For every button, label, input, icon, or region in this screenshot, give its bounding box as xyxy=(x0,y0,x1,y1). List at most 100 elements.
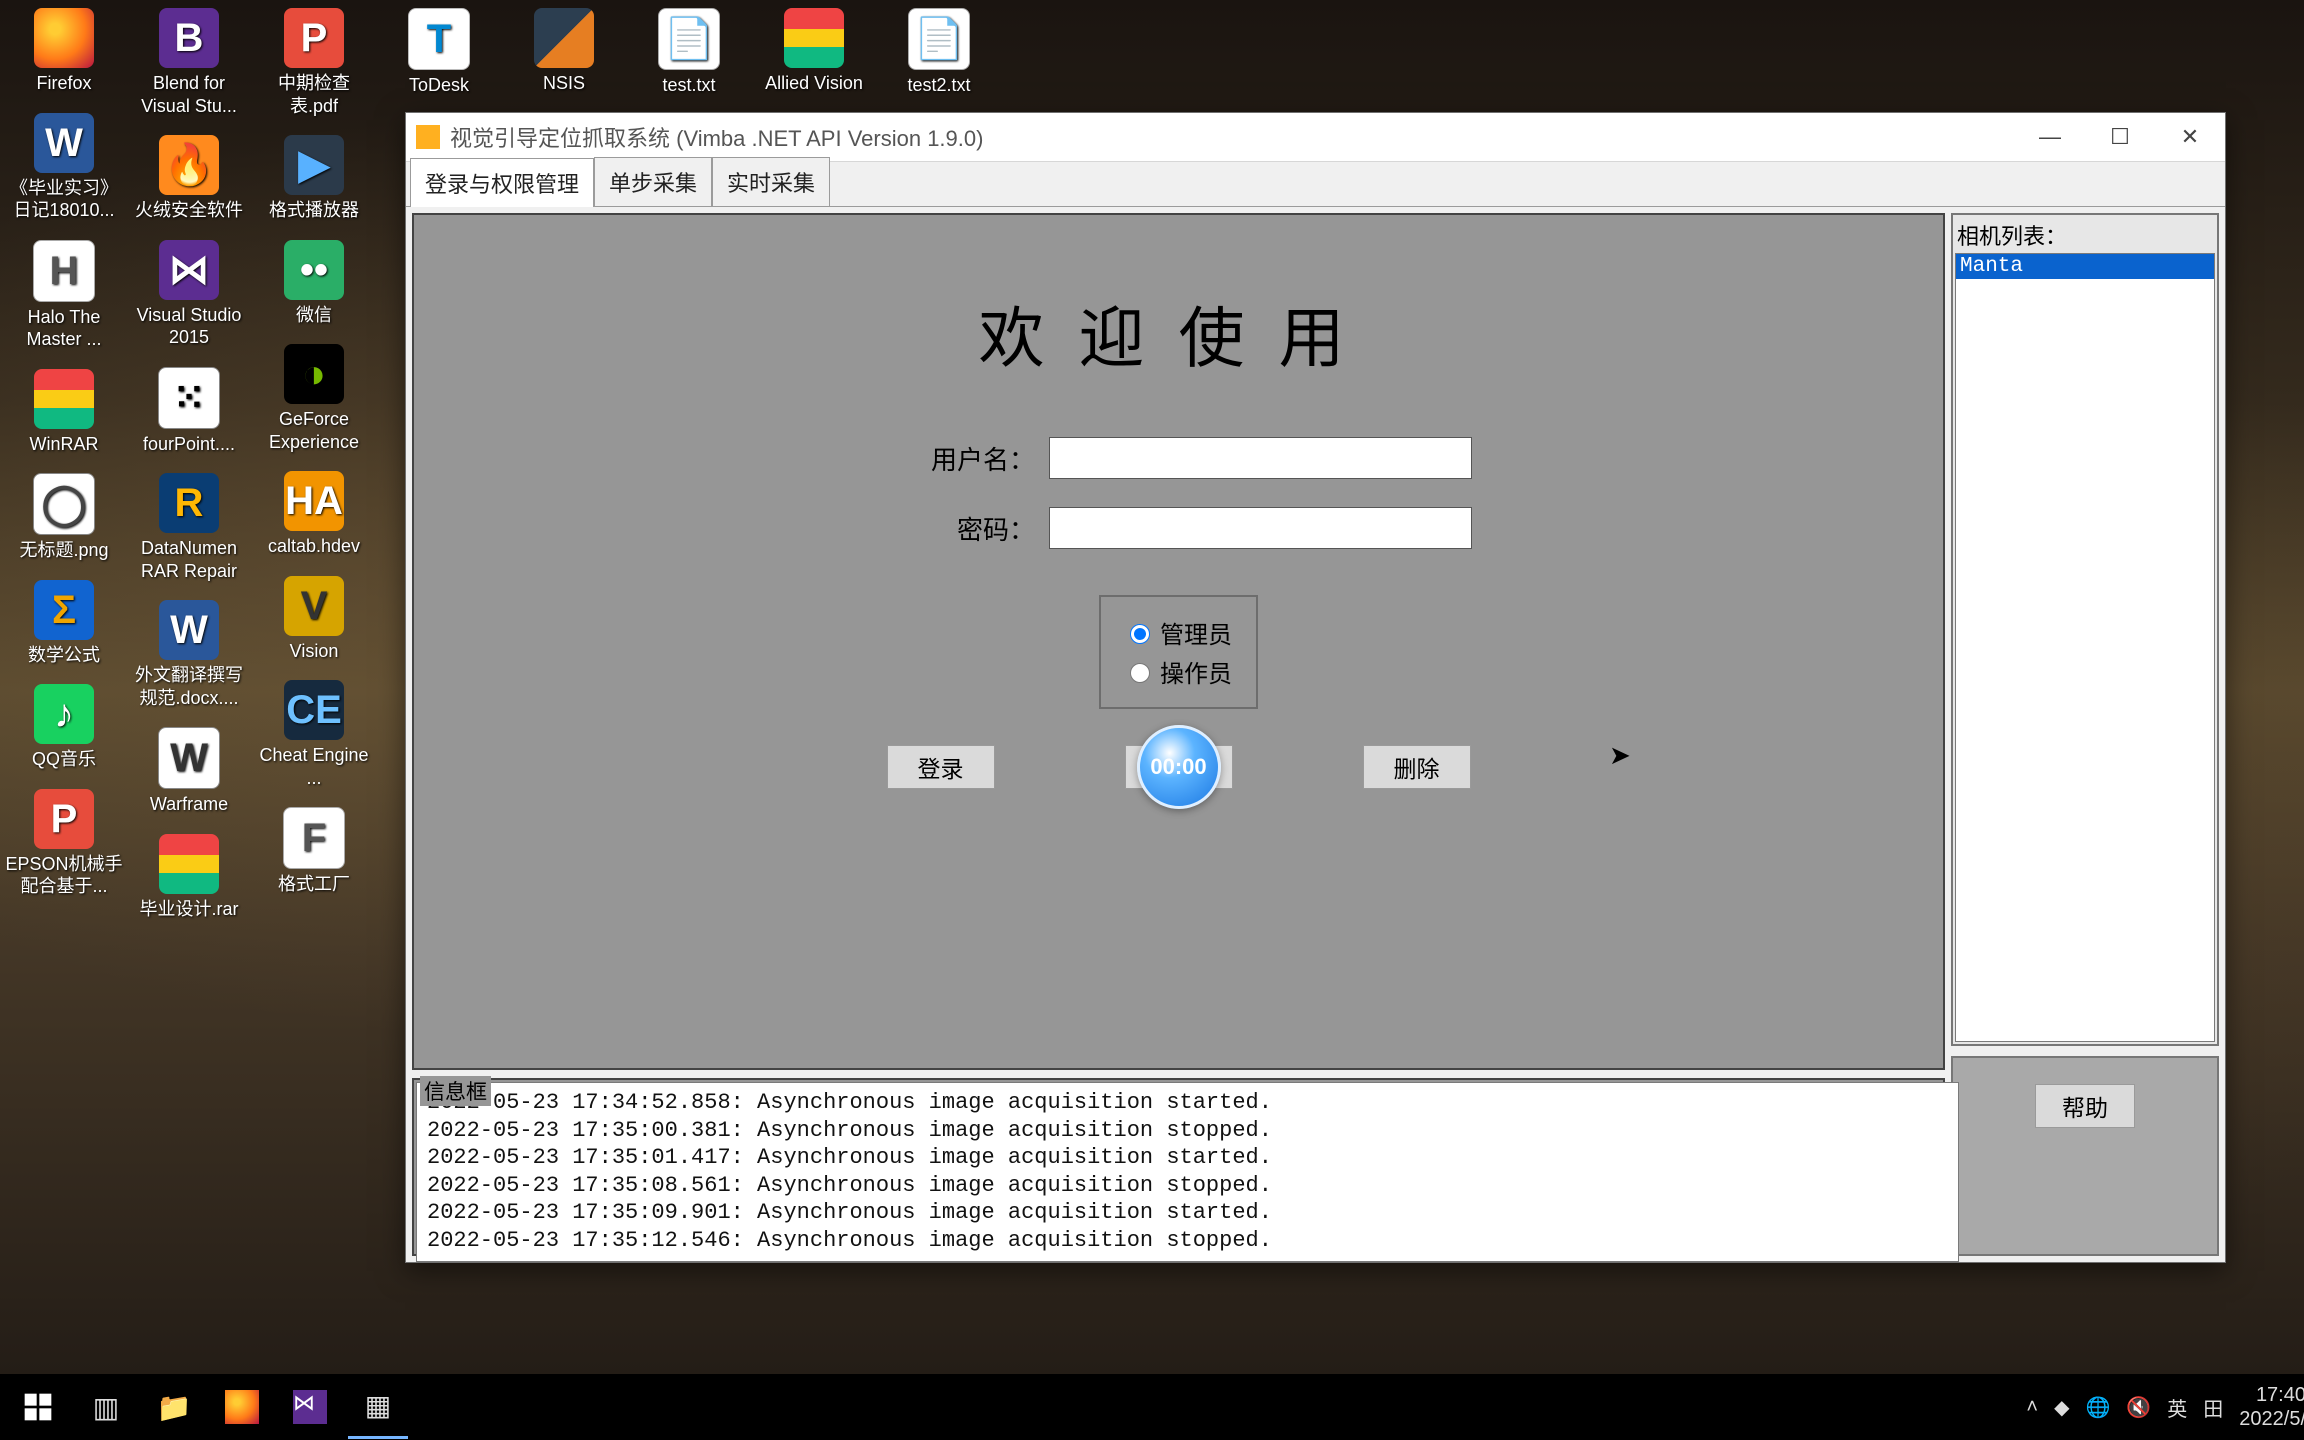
desktop-col-2: BBlend for Visual Stu... 🔥火绒安全软件 ⋈Visual… xyxy=(130,8,248,920)
desktop: Firefox W《毕业实习》日记18010... HHalo The Mast… xyxy=(0,0,2304,1440)
desktop-icon-allied-vision[interactable]: Allied Vision xyxy=(755,8,873,95)
desktop-icon-warframe[interactable]: WWarframe xyxy=(130,727,248,816)
warframe-icon: W xyxy=(158,727,220,789)
desktop-icon-vs2015[interactable]: ⋈Visual Studio 2015 xyxy=(130,240,248,349)
desktop-icon-qqmusic[interactable]: ♪QQ音乐 xyxy=(5,684,123,771)
task-view-button[interactable]: ▥ xyxy=(76,1377,136,1437)
desktop-icon-midterm-pdf[interactable]: P中期检查表.pdf xyxy=(255,8,373,117)
nsis-icon xyxy=(534,8,594,68)
desktop-icon-test-txt[interactable]: 📄test.txt xyxy=(630,8,748,97)
player-icon: ▶ xyxy=(284,135,344,195)
sigma-icon: Σ xyxy=(34,580,94,640)
username-input[interactable] xyxy=(1049,437,1472,479)
tray-network-icon[interactable]: 🌐 xyxy=(2085,1395,2110,1420)
desktop-col-7: Allied Vision xyxy=(755,8,873,95)
icon-label: 格式工厂 xyxy=(278,873,350,896)
taskbar-app-running[interactable]: ▦ xyxy=(348,1376,408,1439)
icon-label: 数学公式 xyxy=(28,644,100,667)
taskbar-explorer[interactable]: 📁 xyxy=(144,1377,204,1437)
system-tray[interactable]: ˄ ◆ 🌐 🔇 英 田 17:40 2022/5/ xyxy=(2026,1383,2304,1431)
desktop-icon-epson[interactable]: PEPSON机械手配合基于... xyxy=(5,789,123,898)
login-button[interactable]: 登录 xyxy=(887,745,995,789)
halo-icon: H xyxy=(33,240,95,302)
maximize-button[interactable]: ☐ xyxy=(2085,113,2155,161)
app-icon xyxy=(416,125,440,149)
desktop-icon-firefox[interactable]: Firefox xyxy=(5,8,123,95)
desktop-icon-geforce[interactable]: ◑GeForce Experience xyxy=(255,344,373,453)
main-pane: 欢迎使用 用户名： 密码： 管理员 操作员 登录 xyxy=(412,213,1945,1256)
desktop-icon-wechat[interactable]: ••微信 xyxy=(255,240,373,327)
tray-volume-muted-icon[interactable]: 🔇 xyxy=(2126,1395,2151,1420)
word-icon: W xyxy=(34,113,94,173)
pdf-icon: P xyxy=(284,8,344,68)
desktop-icon-intern-diary[interactable]: W《毕业实习》日记18010... xyxy=(5,113,123,222)
qqmusic-icon: ♪ xyxy=(34,684,94,744)
close-button[interactable]: ✕ xyxy=(2155,113,2225,161)
desktop-icon-rarrepair[interactable]: RDataNumen RAR Repair xyxy=(130,473,248,582)
vision-icon: V xyxy=(284,576,344,636)
icon-label: Blend for Visual Stu... xyxy=(130,72,248,117)
tray-app-icon[interactable]: ◆ xyxy=(2054,1395,2069,1420)
icon-label: DataNumen RAR Repair xyxy=(130,537,248,582)
repair-icon: R xyxy=(159,473,219,533)
start-button[interactable] xyxy=(8,1377,68,1437)
title-bar[interactable]: 视觉引导定位抓取系统 (Vimba .NET API Version 1.9.0… xyxy=(406,113,2225,162)
icon-label: 毕业设计.rar xyxy=(140,898,239,921)
desktop-icon-huorong[interactable]: 🔥火绒安全软件 xyxy=(130,135,248,222)
role-operator-radio[interactable]: 操作员 xyxy=(1125,654,1232,689)
taskbar-firefox[interactable] xyxy=(212,1377,272,1437)
desktop-icon-format-factory[interactable]: F 格式工厂 xyxy=(255,807,373,896)
desktop-icon-blend[interactable]: BBlend for Visual Stu... xyxy=(130,8,248,117)
desktop-icon-test2-txt[interactable]: 📄test2.txt xyxy=(880,8,998,97)
desktop-icon-caltab[interactable]: HAcaltab.hdev xyxy=(255,471,373,558)
desktop-icon-todesk[interactable]: TToDesk xyxy=(380,8,498,97)
desktop-icon-cheatengine[interactable]: CECheat Engine ... xyxy=(255,680,373,789)
desktop-icon-math[interactable]: Σ 数学公式 xyxy=(5,580,123,667)
desktop-icon-translation-doc[interactable]: W外文翻译撰写规范.docx.... xyxy=(130,600,248,709)
window-body: 欢迎使用 用户名： 密码： 管理员 操作员 登录 xyxy=(406,207,2225,1262)
icon-label: Halo The Master ... xyxy=(5,306,123,351)
tab-realtime[interactable]: 实时采集 xyxy=(712,157,830,206)
delete-button[interactable]: 删除 xyxy=(1363,745,1471,789)
todesk-icon: T xyxy=(408,8,470,70)
tray-ime-mode[interactable]: 田 xyxy=(2203,1393,2223,1422)
tray-chevron-up-icon[interactable]: ˄ xyxy=(2026,1396,2038,1419)
side-pane: 相机列表： Manta 帮助 xyxy=(1951,213,2219,1256)
vs-icon: ⋈ xyxy=(293,1390,327,1424)
factory-icon: F xyxy=(283,807,345,869)
message-log-textarea[interactable]: 2022-05-23 17:34:52.858: Asynchronous im… xyxy=(416,1082,1959,1262)
tray-clock[interactable]: 17:40 2022/5/ xyxy=(2239,1383,2304,1431)
icon-label: 《毕业实习》日记18010... xyxy=(5,177,123,222)
desktop-col-4: TToDesk xyxy=(380,8,498,97)
desktop-icon-halo[interactable]: HHalo The Master ... xyxy=(5,240,123,351)
tab-login[interactable]: 登录与权限管理 xyxy=(410,158,594,207)
desktop-icon-winrar[interactable]: WinRAR xyxy=(5,369,123,456)
message-frame: 信息框 2022-05-23 17:34:52.858: Asynchronou… xyxy=(412,1078,1945,1256)
admin-radio-input[interactable] xyxy=(1130,624,1150,644)
help-button[interactable]: 帮助 xyxy=(2035,1084,2135,1128)
tray-ime-language[interactable]: 英 xyxy=(2167,1393,2187,1422)
camera-list-item[interactable]: Manta xyxy=(1956,254,2214,279)
icon-label: Firefox xyxy=(36,72,91,95)
message-frame-label: 信息框 xyxy=(420,1076,491,1106)
minimize-button[interactable]: — xyxy=(2015,113,2085,161)
taskbar[interactable]: ▥ 📁 ⋈ ▦ ˄ ◆ 🌐 🔇 英 田 17:40 2022/5/ xyxy=(0,1374,2304,1440)
camera-list[interactable]: Manta xyxy=(1955,253,2215,1042)
desktop-icon-player[interactable]: ▶格式播放器 xyxy=(255,135,373,222)
operator-radio-input[interactable] xyxy=(1130,663,1150,683)
desktop-icon-nsis[interactable]: NSIS xyxy=(505,8,623,95)
tab-single-step[interactable]: 单步采集 xyxy=(594,157,712,206)
taskbar-visual-studio[interactable]: ⋈ xyxy=(280,1377,340,1437)
desktop-icon-untitled-png[interactable]: ◯无标题.png xyxy=(5,473,123,562)
icon-label: 微信 xyxy=(296,304,332,327)
desktop-icon-thesis-rar[interactable]: 毕业设计.rar xyxy=(130,834,248,921)
clock-time: 17:40 xyxy=(2256,1383,2304,1407)
side-bottom-panel: 帮助 xyxy=(1951,1056,2219,1256)
password-input[interactable] xyxy=(1049,507,1472,549)
desktop-icon-fourpoint[interactable]: ⁙fourPoint.... xyxy=(130,367,248,456)
png-icon: ◯ xyxy=(33,473,95,535)
desktop-icon-vision[interactable]: VVision xyxy=(255,576,373,663)
clock-date: 2022/5/ xyxy=(2239,1407,2304,1431)
role-admin-radio[interactable]: 管理员 xyxy=(1125,615,1232,650)
pdf-icon: P xyxy=(34,789,94,849)
